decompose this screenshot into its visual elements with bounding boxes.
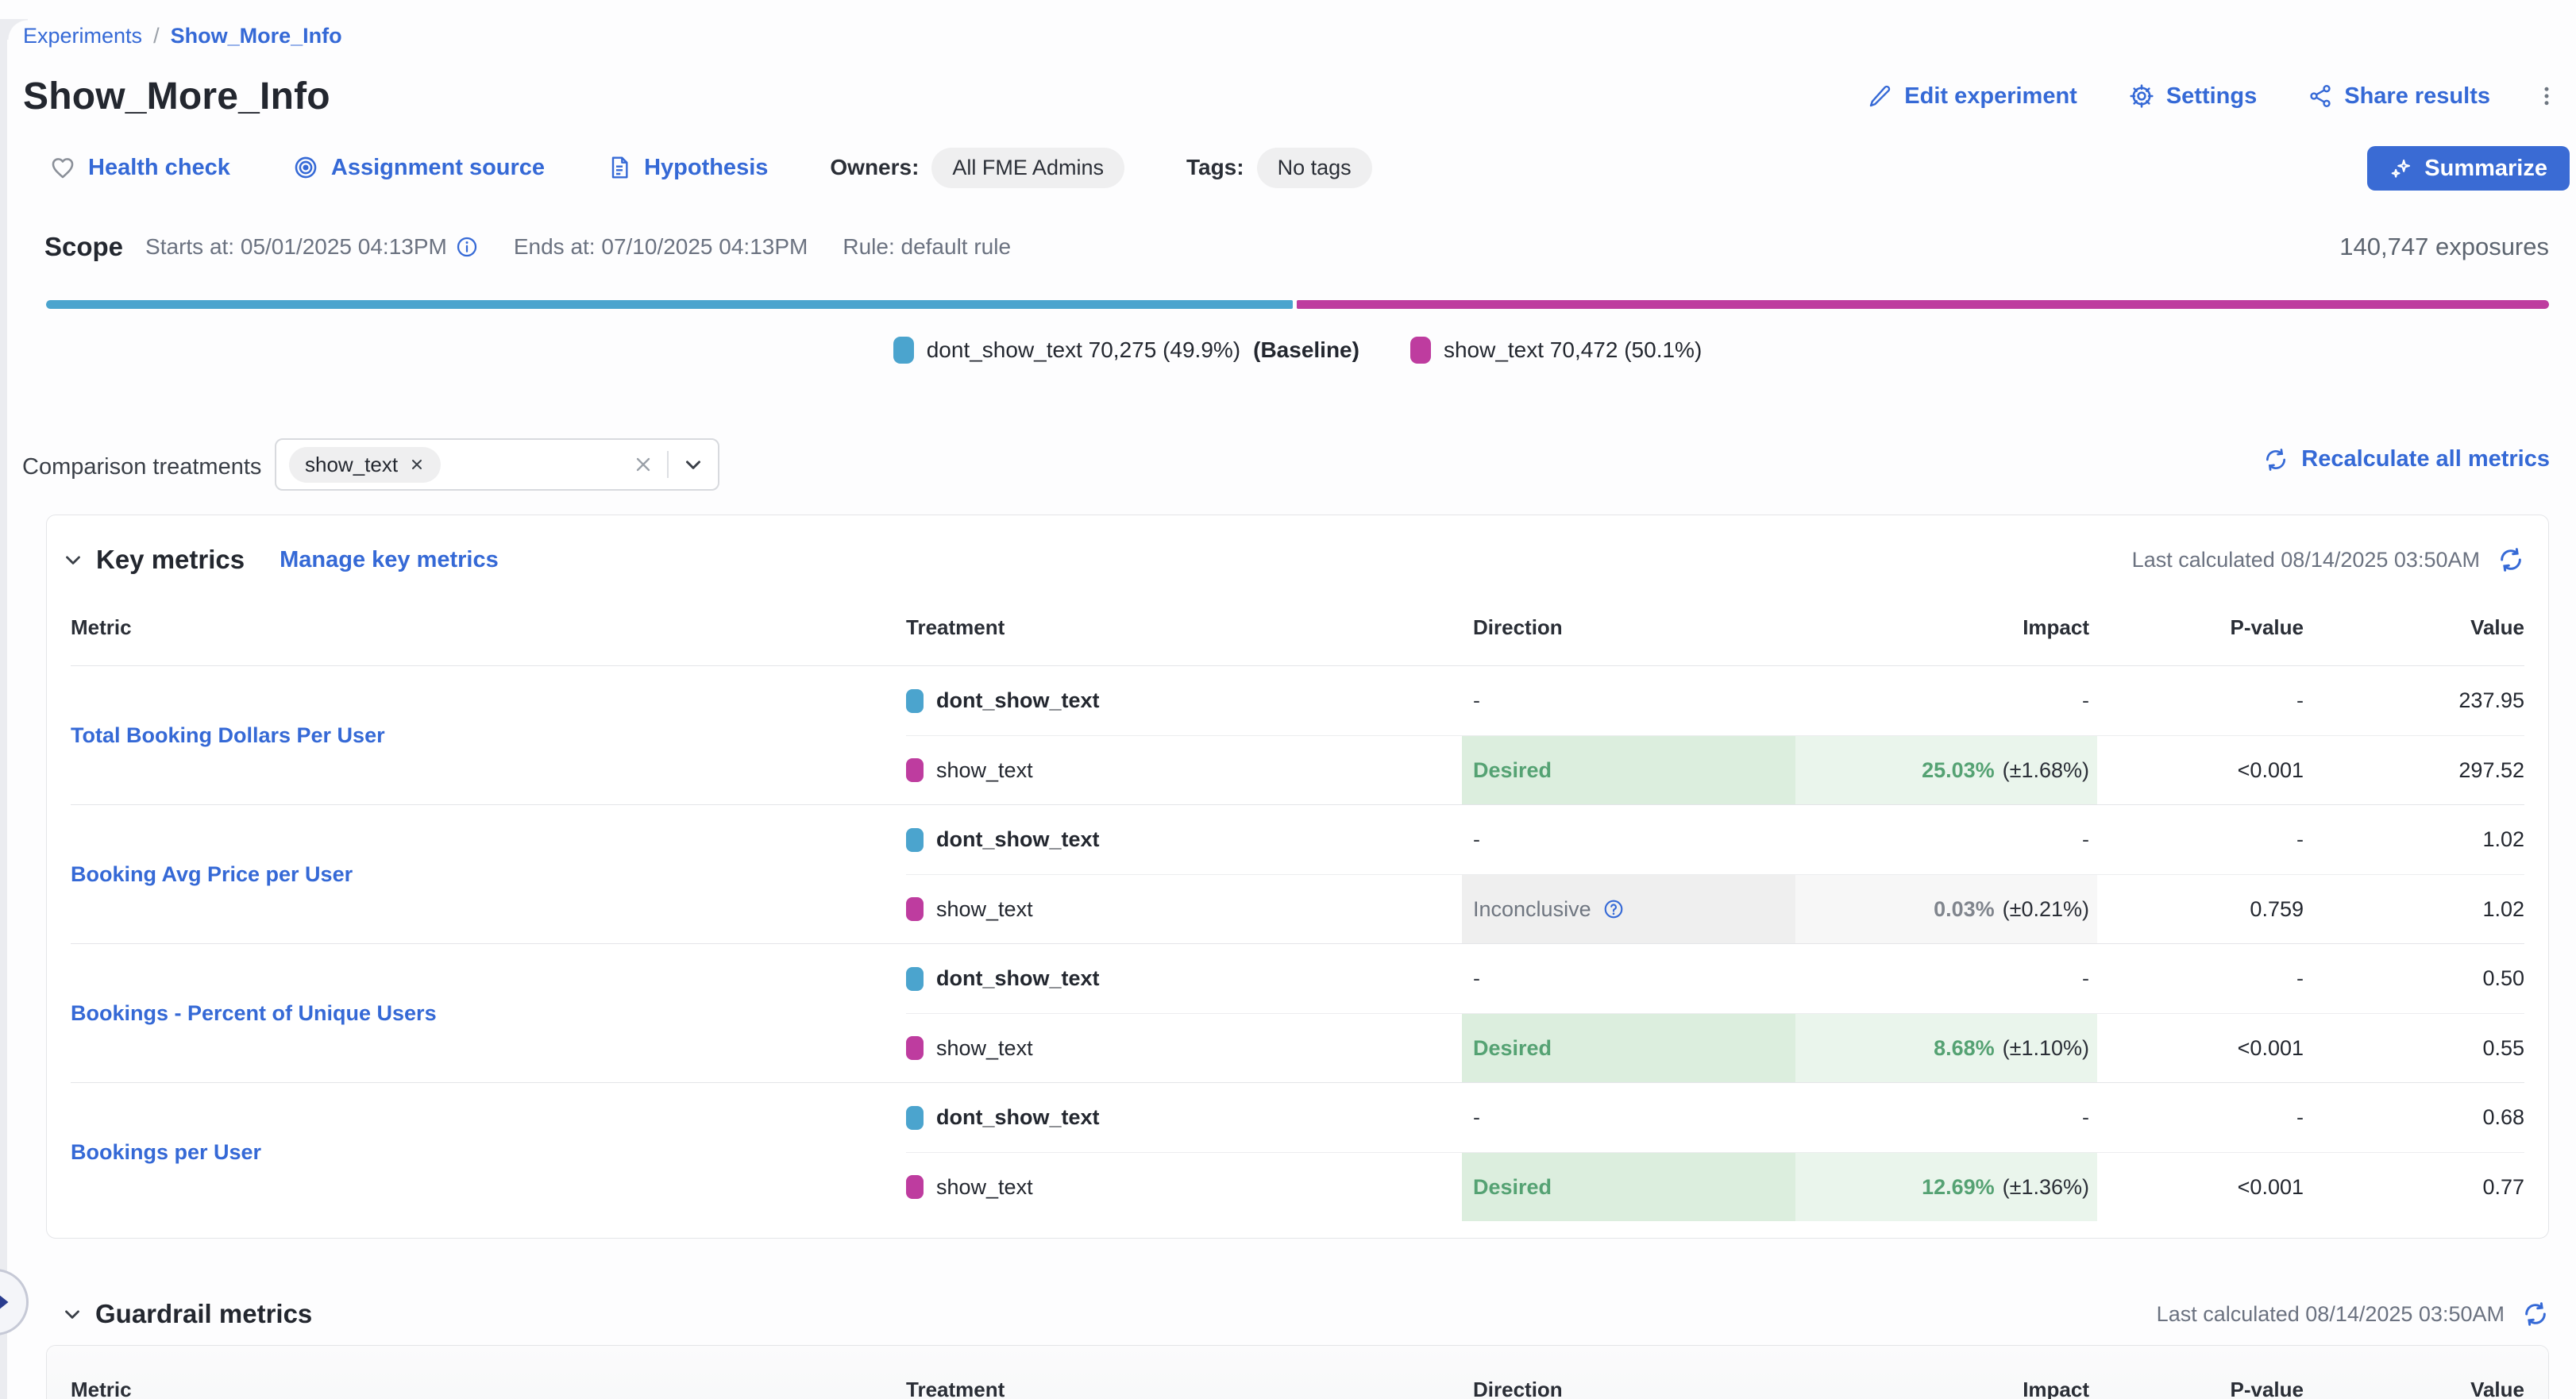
key-metrics-card: Key metrics Manage key metrics Last calc… bbox=[46, 515, 2549, 1239]
baseline-swatch bbox=[906, 828, 924, 852]
share-results-button[interactable]: Share results bbox=[2308, 83, 2490, 110]
key-metrics-title: Key metrics bbox=[96, 545, 245, 575]
breadcrumb-experiments[interactable]: Experiments bbox=[23, 24, 142, 48]
heart-icon bbox=[49, 154, 76, 181]
guardrail-metrics-title: Guardrail metrics bbox=[95, 1299, 312, 1329]
question-circle-icon[interactable] bbox=[1602, 898, 1625, 920]
metric-link[interactable]: Bookings per User bbox=[71, 1140, 261, 1165]
hypothesis-link[interactable]: Hypothesis bbox=[607, 155, 768, 181]
table-row: dont_show_text - - - 0.50 bbox=[906, 944, 2524, 1013]
page-left-gutter bbox=[0, 19, 7, 1399]
breadcrumb: Experiments / Show_More_Info bbox=[23, 24, 342, 48]
refresh-icon bbox=[2263, 447, 2289, 472]
sidebar-expand-button[interactable] bbox=[0, 1269, 29, 1335]
metric-group: Booking Avg Price per User dont_show_tex… bbox=[71, 804, 2524, 943]
baseline-swatch bbox=[893, 337, 914, 364]
pencil-icon bbox=[1868, 83, 1893, 109]
table-row: show_text Desired 25.03%(±1.68%) <0.001 … bbox=[906, 735, 2524, 804]
manage-key-metrics-link[interactable]: Manage key metrics bbox=[280, 547, 499, 573]
treatment-swatch bbox=[906, 897, 924, 921]
tags-pill[interactable]: No tags bbox=[1257, 148, 1372, 188]
table-row: dont_show_text - - - 1.02 bbox=[906, 805, 2524, 874]
scope-starts-at: Starts at: 05/01/2025 04:13PM bbox=[145, 234, 447, 260]
tags-label: Tags: bbox=[1186, 155, 1244, 180]
direction-badge: Desired bbox=[1473, 1175, 1552, 1200]
scope-title: Scope bbox=[44, 232, 123, 262]
split-bar-baseline bbox=[46, 300, 1293, 309]
scope-ends-at: Ends at: 07/10/2025 04:13PM bbox=[514, 234, 808, 260]
treatment-swatch bbox=[906, 758, 924, 782]
comparison-treatments-label: Comparison treatments bbox=[22, 454, 261, 480]
comparison-treatments-select[interactable]: show_text bbox=[275, 438, 719, 491]
target-icon bbox=[292, 154, 319, 181]
table-row: dont_show_text - - - 237.95 bbox=[906, 666, 2524, 735]
metric-link[interactable]: Bookings - Percent of Unique Users bbox=[71, 1001, 437, 1026]
legend-item-baseline: dont_show_text 70,275 (49.9%) (Baseline) bbox=[893, 337, 1359, 364]
direction-badge: Desired bbox=[1473, 758, 1552, 783]
legend-item-treatment: show_text 70,472 (50.1%) bbox=[1410, 337, 1702, 364]
baseline-swatch bbox=[906, 689, 924, 713]
header-actions: Edit experiment Settings Share results bbox=[1868, 83, 2559, 110]
exposures-count: 140,747 exposures bbox=[2339, 233, 2549, 261]
last-calculated-text: Last calculated 08/14/2025 03:50AM bbox=[2132, 548, 2480, 572]
baseline-swatch bbox=[906, 967, 924, 991]
last-calculated-text: Last calculated 08/14/2025 03:50AM bbox=[2157, 1302, 2505, 1327]
select-divider bbox=[667, 451, 669, 478]
chip-remove-icon[interactable] bbox=[409, 457, 425, 472]
recalculate-all-metrics-button[interactable]: Recalculate all metrics bbox=[2263, 446, 2550, 472]
select-clear-icon[interactable] bbox=[632, 453, 654, 476]
split-bar-treatment bbox=[1297, 300, 2549, 309]
sparkles-icon bbox=[2389, 156, 2413, 180]
experiment-toolbar: Health check Assignment source Hypothesi… bbox=[49, 145, 1372, 191]
chevron-down-icon[interactable] bbox=[681, 453, 705, 476]
allocation-legend: dont_show_text 70,275 (49.9%) (Baseline)… bbox=[46, 337, 2549, 364]
table-row: show_text Desired 8.68%(±1.10%) <0.001 0… bbox=[906, 1013, 2524, 1082]
baseline-swatch bbox=[906, 1106, 924, 1130]
scope-row: Scope Starts at: 05/01/2025 04:13PM Ends… bbox=[44, 232, 2549, 262]
guardrail-metrics-header: Guardrail metrics Last calculated 08/14/… bbox=[46, 1299, 2549, 1329]
health-check-link[interactable]: Health check bbox=[49, 154, 230, 181]
collapse-chevron-icon[interactable] bbox=[61, 548, 85, 572]
owners-pill[interactable]: All FME Admins bbox=[931, 148, 1124, 188]
guardrail-metrics-card: Metric Treatment Direction Impact P-valu… bbox=[46, 1345, 2549, 1399]
table-header: Metric Treatment Direction Impact P-valu… bbox=[47, 1346, 2548, 1399]
treatment-chip[interactable]: show_text bbox=[289, 447, 441, 483]
table-row: dont_show_text - - - 0.68 bbox=[906, 1083, 2524, 1152]
info-icon[interactable] bbox=[455, 235, 479, 259]
edit-experiment-button[interactable]: Edit experiment bbox=[1868, 83, 2077, 110]
metric-link[interactable]: Booking Avg Price per User bbox=[71, 862, 353, 887]
refresh-icon[interactable] bbox=[2497, 546, 2524, 573]
tags-pair: Tags: No tags bbox=[1186, 148, 1372, 188]
allocation-split-bar bbox=[46, 300, 2549, 309]
collapse-chevron-icon[interactable] bbox=[60, 1302, 84, 1326]
more-options-kebab-icon[interactable] bbox=[2535, 83, 2559, 110]
treatment-swatch bbox=[1410, 337, 1431, 364]
gear-icon bbox=[2128, 83, 2155, 110]
refresh-icon[interactable] bbox=[2522, 1301, 2549, 1328]
metric-group: Bookings - Percent of Unique Users dont_… bbox=[71, 943, 2524, 1082]
table-header: Metric Treatment Direction Impact P-valu… bbox=[71, 590, 2524, 666]
direction-badge: Desired bbox=[1473, 1036, 1552, 1061]
scope-rule: Rule: default rule bbox=[843, 234, 1011, 260]
assignment-source-link[interactable]: Assignment source bbox=[292, 154, 545, 181]
treatment-swatch bbox=[906, 1175, 924, 1199]
metric-group: Bookings per User dont_show_text - - - 0… bbox=[71, 1082, 2524, 1221]
breadcrumb-separator: / bbox=[153, 24, 160, 48]
scope-meta: Starts at: 05/01/2025 04:13PM Ends at: 0… bbox=[145, 234, 1011, 260]
breadcrumb-current[interactable]: Show_More_Info bbox=[171, 24, 342, 48]
table-row: show_text Desired 12.69%(±1.36%) <0.001 … bbox=[906, 1152, 2524, 1221]
summarize-button[interactable]: Summarize bbox=[2367, 146, 2570, 191]
treatment-swatch bbox=[906, 1036, 924, 1060]
direction-badge: Inconclusive bbox=[1473, 897, 1591, 922]
document-icon bbox=[607, 155, 632, 180]
share-icon bbox=[2308, 83, 2333, 109]
table-row: show_text Inconclusive 0.03%(±0.21%) 0.7… bbox=[906, 874, 2524, 943]
owners-pair: Owners: All FME Admins bbox=[830, 148, 1124, 188]
page-title: Show_More_Info bbox=[23, 75, 330, 118]
settings-button[interactable]: Settings bbox=[2128, 83, 2257, 110]
owners-label: Owners: bbox=[830, 155, 919, 180]
metric-link[interactable]: Total Booking Dollars Per User bbox=[71, 723, 385, 748]
metric-group: Total Booking Dollars Per User dont_show… bbox=[71, 666, 2524, 804]
